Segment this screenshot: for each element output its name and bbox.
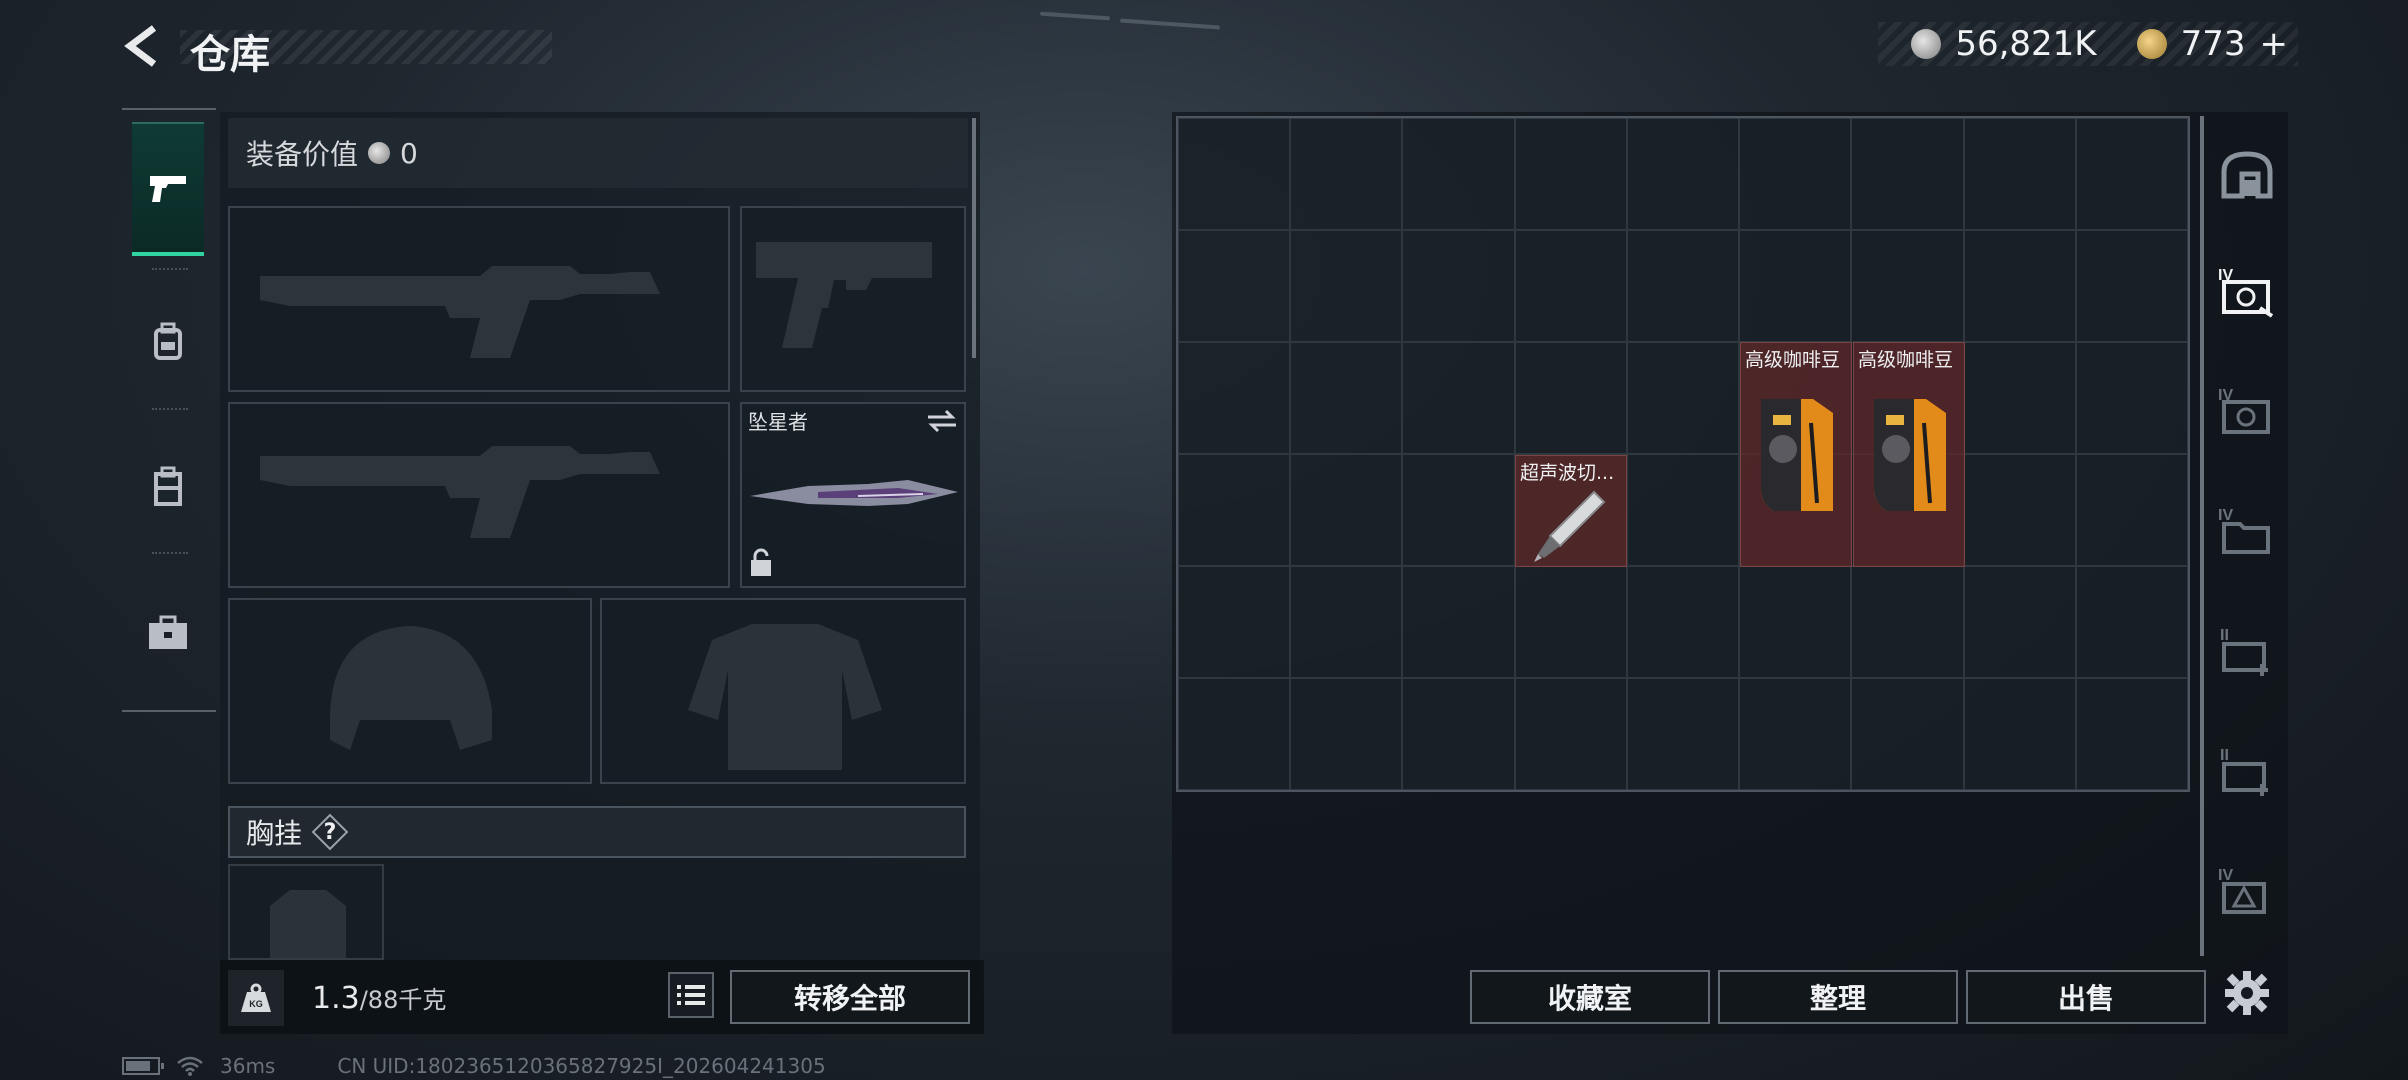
tier-ii-case-icon: II xyxy=(2220,627,2268,676)
melee-knife-icon xyxy=(750,480,958,506)
weight-max: /88千克 xyxy=(359,986,447,1014)
weight-current: 1.3 xyxy=(312,981,360,1016)
silver-coin-icon xyxy=(1911,29,1942,59)
lock-icon xyxy=(748,548,774,582)
organize-button[interactable]: 整理 xyxy=(1718,970,1958,1024)
equipment-value-label: 装备价值 xyxy=(246,138,359,171)
equipment-scrollbar[interactable] xyxy=(972,118,976,358)
svg-text:II: II xyxy=(2220,747,2229,764)
helmet-slot[interactable] xyxy=(228,598,592,784)
sell-button[interactable]: 出售 xyxy=(1966,970,2206,1024)
gear-icon xyxy=(2225,971,2269,1015)
left-tab-bar xyxy=(122,108,216,712)
tab-case[interactable] xyxy=(132,566,204,700)
storage-scrollbar[interactable] xyxy=(2200,116,2204,956)
tier-iv-folder-icon: IV xyxy=(2218,507,2270,554)
tier-iv-safe-icon: IV xyxy=(2218,387,2270,434)
help-icon[interactable]: ? xyxy=(311,813,349,851)
helmet-silhouette-icon xyxy=(330,626,492,750)
background-streak xyxy=(1039,11,1111,21)
svg-text:IV: IV xyxy=(2218,507,2233,524)
vest-icon xyxy=(154,466,182,506)
silver-coin-icon xyxy=(368,142,391,164)
gold-coin-icon xyxy=(2136,29,2167,59)
chest-rig-silhouette-icon xyxy=(270,890,346,958)
grid-item-ultrasonic-cutter[interactable]: 超声波切... xyxy=(1515,455,1627,567)
secondary-weapon-slot[interactable] xyxy=(228,402,730,588)
tab-safe-iv[interactable]: IV xyxy=(2212,376,2282,446)
list-icon xyxy=(677,985,705,1005)
tab-safe-iv-active[interactable]: IV xyxy=(2212,256,2282,326)
wifi-icon xyxy=(177,1056,203,1076)
coffee-bag-icon xyxy=(1761,399,1833,511)
equipment-panel: 装备价值 0 坠星者 胸挂 ? xyxy=(220,112,980,1034)
pistol-icon xyxy=(150,176,186,202)
coffee-bag-icon xyxy=(1874,399,1946,511)
back-icon[interactable] xyxy=(120,24,164,68)
uid-text: CN UID:1802365120365827925I_202604241305 xyxy=(337,1054,826,1078)
tab-folder-iv[interactable]: IV xyxy=(2212,496,2282,566)
page-title: 仓库 xyxy=(190,32,270,78)
svg-text:KG: KG xyxy=(249,999,263,1009)
collection-room-button[interactable]: 收藏室 xyxy=(1470,970,1710,1024)
equipment-value-bar: 装备价值 0 xyxy=(228,118,968,188)
tier-iv-safe-icon: IV xyxy=(2218,267,2274,318)
tab-case-ii[interactable]: II xyxy=(2212,736,2282,806)
tab-backpack[interactable] xyxy=(132,274,204,408)
currency-bar: 56,821K 773 + xyxy=(1878,22,2298,66)
tab-case-ii[interactable]: II xyxy=(2212,616,2282,686)
battery-icon xyxy=(122,1057,164,1075)
add-currency-button[interactable]: + xyxy=(2260,24,2289,64)
silver-amount: 56,821K xyxy=(1955,24,2097,64)
ping-value: 36ms xyxy=(220,1054,276,1078)
chest-rig-header: 胸挂 ? xyxy=(228,806,966,858)
tier-ii-case-icon: II xyxy=(2220,747,2268,796)
melee-name: 坠星者 xyxy=(748,410,808,434)
svg-text:IV: IV xyxy=(2218,867,2233,884)
melee-slot[interactable]: 坠星者 xyxy=(740,402,966,588)
settings-button[interactable] xyxy=(2212,958,2282,1028)
briefcase-icon xyxy=(149,615,187,649)
storage-panel: 超声波切... 高级咖啡豆 高级咖啡豆 收藏室 整理 出售 xyxy=(1172,112,2288,1034)
swap-icon[interactable] xyxy=(926,408,958,438)
equipment-footer: KG 1.3/88千克 转移全部 xyxy=(220,960,984,1034)
grid-item-coffee-beans[interactable]: 高级咖啡豆 xyxy=(1853,342,1965,567)
tab-separator xyxy=(152,268,188,270)
item-label: 高级咖啡豆 xyxy=(1745,349,1841,371)
item-label: 高级咖啡豆 xyxy=(1858,349,1954,371)
weight-readout: 1.3/88千克 xyxy=(312,980,446,1016)
chest-rig-slot[interactable] xyxy=(228,864,384,960)
list-view-button[interactable] xyxy=(668,972,714,1018)
sidearm-slot[interactable] xyxy=(740,206,966,392)
primary-weapon-slot[interactable] xyxy=(228,206,730,392)
tab-separator xyxy=(152,408,188,410)
item-label: 超声波切... xyxy=(1520,462,1615,484)
rifle-silhouette-icon xyxy=(260,266,660,358)
tab-triangle-iv[interactable]: IV xyxy=(2212,856,2282,926)
armor-silhouette-icon xyxy=(688,624,882,770)
tab-home-storage[interactable] xyxy=(2212,140,2282,210)
gold-amount: 773 xyxy=(2180,24,2246,64)
storage-grid[interactable] xyxy=(1176,116,2190,792)
ultrasonic-cutter-icon xyxy=(1534,490,1606,562)
body-armor-slot[interactable] xyxy=(600,598,966,784)
backpack-icon xyxy=(154,322,182,360)
tab-weapons[interactable] xyxy=(132,122,204,256)
tab-chest-rig[interactable] xyxy=(132,420,204,554)
home-icon xyxy=(2221,151,2273,199)
svg-text:II: II xyxy=(2220,627,2229,644)
equipment-value-amount: 0 xyxy=(400,136,418,170)
grid-item-coffee-beans[interactable]: 高级咖啡豆 xyxy=(1740,342,1852,567)
tier-iv-triangle-icon: IV xyxy=(2218,867,2266,914)
tab-separator xyxy=(152,552,188,554)
rifle-silhouette-icon xyxy=(260,446,660,538)
pistol-silhouette-icon xyxy=(756,242,932,348)
background-streak xyxy=(1119,18,1221,30)
weight-icon: KG xyxy=(228,970,284,1026)
transfer-all-button[interactable]: 转移全部 xyxy=(730,970,970,1024)
chest-rig-label: 胸挂 xyxy=(246,817,303,850)
status-bar: 36ms CN UID:1802365120365827925I_2026042… xyxy=(122,1054,826,1078)
